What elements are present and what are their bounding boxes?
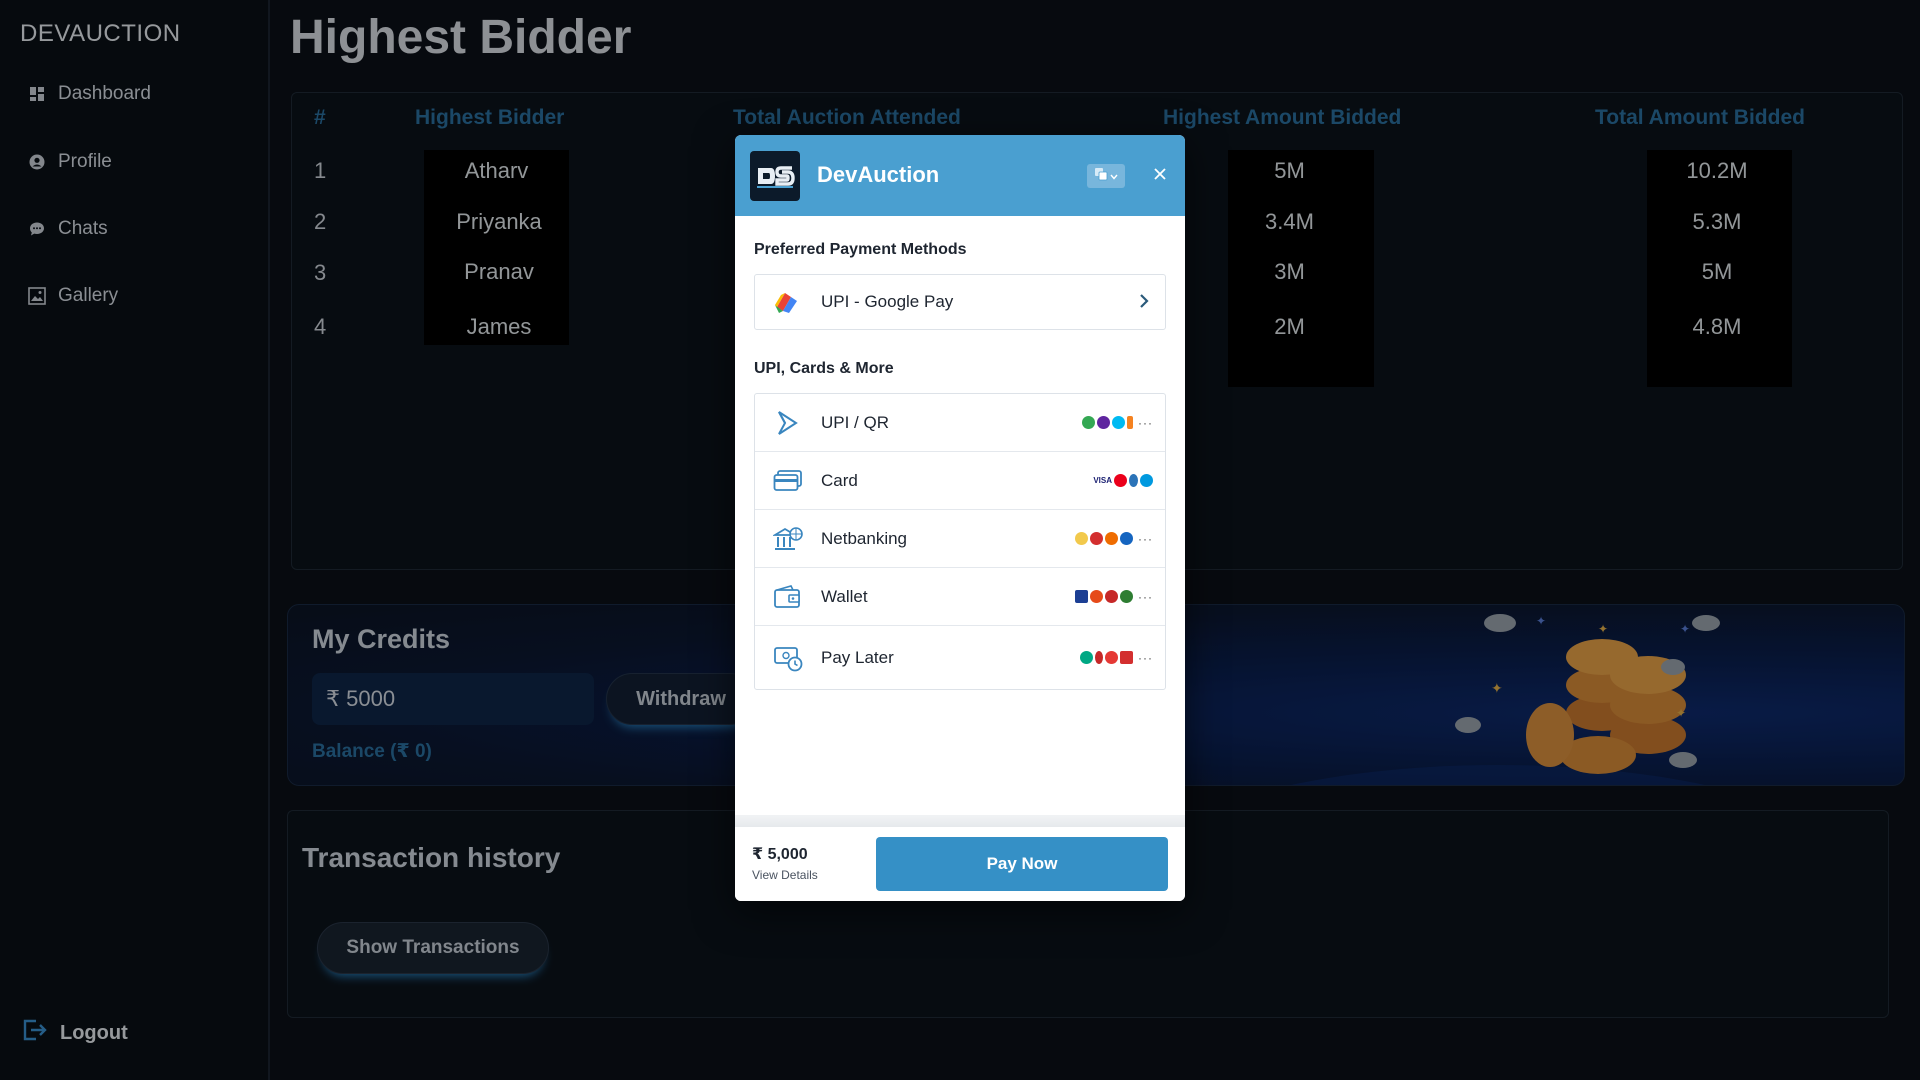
- bank-logos: ···: [1075, 532, 1153, 546]
- method-upi-qr[interactable]: UPI / QR ···: [755, 394, 1165, 452]
- wallet-logos: ···: [1075, 590, 1153, 604]
- card-network-logos: VISA: [1093, 474, 1153, 487]
- payment-methods-list: UPI / QR ··· Card VISA Netbanking ··· Wa…: [754, 393, 1166, 690]
- method-label: Pay Later: [821, 647, 894, 667]
- method-label: UPI / QR: [821, 412, 890, 432]
- merchant-logo-icon: [750, 151, 800, 201]
- chevron-down-icon: [1110, 167, 1118, 185]
- method-netbanking[interactable]: Netbanking ···: [755, 510, 1165, 568]
- google-pay-option[interactable]: UPI - Google Pay: [754, 274, 1166, 330]
- method-card[interactable]: Card VISA: [755, 452, 1165, 510]
- method-pay-later[interactable]: Pay Later ···: [755, 626, 1165, 689]
- preferred-heading: Preferred Payment Methods: [754, 241, 967, 258]
- footer-divider: [735, 815, 1185, 827]
- chevron-right-icon: [1139, 293, 1149, 314]
- method-label: Wallet: [821, 586, 868, 606]
- method-wallet[interactable]: Wallet ···: [755, 568, 1165, 626]
- modal-title: DevAuction: [817, 162, 940, 187]
- view-details-link[interactable]: View Details: [752, 868, 818, 882]
- google-pay-icon: [773, 291, 799, 320]
- payment-amount: ₹ 5,000: [752, 846, 808, 863]
- card-icon: [773, 466, 803, 496]
- method-label: Card: [821, 470, 858, 490]
- google-pay-label: UPI - Google Pay: [821, 292, 954, 311]
- language-selector[interactable]: [1087, 164, 1125, 188]
- close-icon[interactable]: [1145, 159, 1175, 189]
- pay-now-button[interactable]: Pay Now: [876, 837, 1168, 891]
- translate-icon: [1094, 167, 1108, 186]
- upi-icon: [773, 408, 803, 438]
- method-label: Netbanking: [821, 528, 908, 548]
- payment-modal: DevAuction Preferred Payment Methods UPI…: [735, 135, 1185, 901]
- bank-icon: [773, 524, 803, 554]
- modal-header: DevAuction: [735, 135, 1185, 216]
- upi-provider-logos: ···: [1082, 416, 1153, 430]
- paylater-logos: ···: [1080, 651, 1153, 665]
- paylater-icon: [773, 643, 803, 673]
- more-methods-heading: UPI, Cards & More: [754, 360, 894, 377]
- wallet-icon: [773, 582, 803, 612]
